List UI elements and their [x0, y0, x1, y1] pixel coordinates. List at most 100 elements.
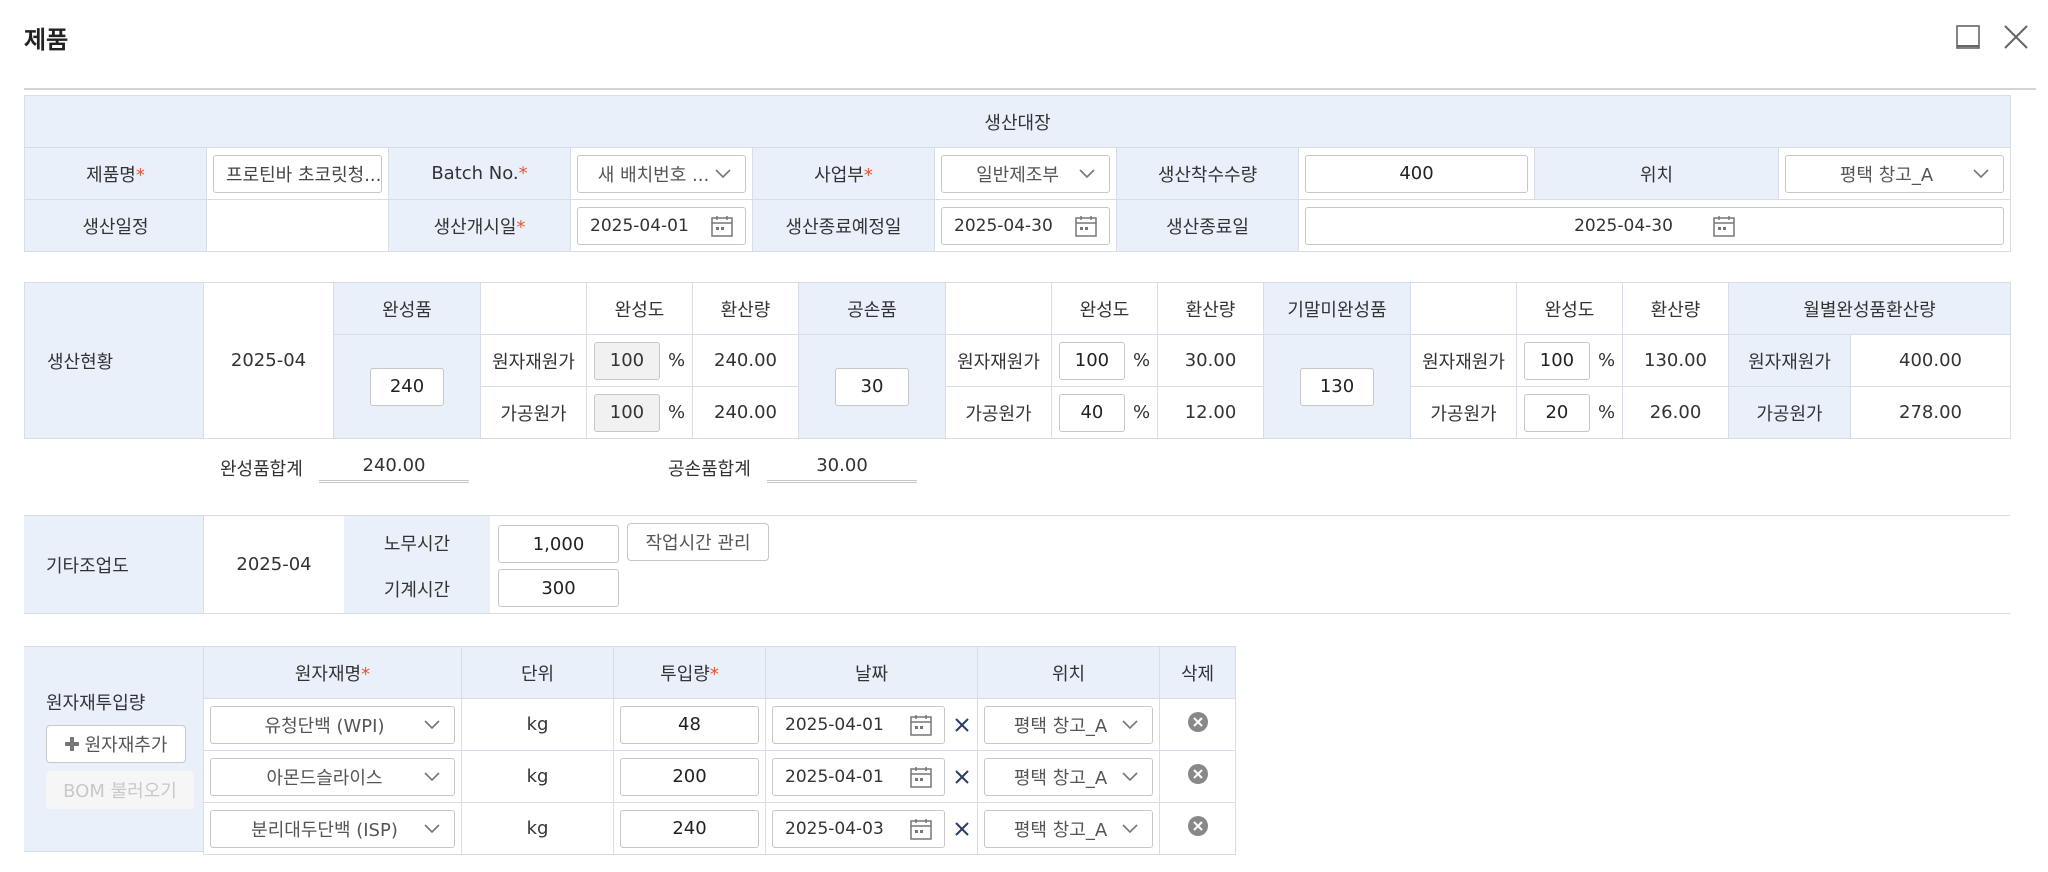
finished-label: 완성품	[333, 282, 481, 335]
wip-proc-pct-input[interactable]: 20	[1523, 393, 1590, 432]
wip-qty-input[interactable]: 130	[1300, 367, 1374, 406]
defect-qty-input[interactable]: 30	[835, 367, 909, 406]
material-name-select[interactable]: 분리대두단백 (ISP)	[210, 809, 455, 848]
labor-label: 노무시간	[383, 534, 451, 555]
product-name-label: 제품명*	[24, 147, 207, 200]
schedule-label: 생산일정	[24, 199, 207, 252]
material-name-select[interactable]: 유청단백 (WPI)	[210, 705, 455, 744]
material-qty-input[interactable]: 240	[620, 809, 759, 848]
start-qty-label: 생산착수수량	[1116, 147, 1299, 200]
location-label: 위치	[1534, 147, 1779, 200]
material-name-select[interactable]: 아몬드슬라이스	[210, 757, 455, 796]
completion-header: 완성도	[586, 282, 693, 335]
material-date-picker[interactable]: 2025-04-01	[772, 757, 945, 796]
calendar-icon[interactable]	[910, 818, 932, 840]
chevron-down-icon	[424, 719, 440, 729]
plus-icon	[64, 737, 79, 751]
defect-total-value: 30.00	[767, 455, 917, 483]
chevron-down-icon	[1973, 168, 1989, 178]
location-select[interactable]: 평택 창고_A	[1785, 154, 2005, 193]
division-select[interactable]: 일반제조부	[941, 154, 1110, 193]
chevron-down-icon	[1079, 168, 1095, 178]
process-cost-label: 가공원가	[1410, 386, 1517, 439]
planned-end-date-picker[interactable]: 2025-04-30	[941, 206, 1110, 245]
defect-total-label: 공손품합계	[668, 459, 751, 480]
chevron-down-icon	[1122, 719, 1138, 729]
process-cost-label: 가공원가	[480, 386, 587, 439]
material-location-select[interactable]: 평택 창고_A	[984, 809, 1153, 848]
material-unit: kg	[461, 802, 614, 855]
finished-proc-conv: 240.00	[692, 386, 799, 439]
close-icon[interactable]	[2003, 24, 2029, 50]
production-ledger-table: 생산대장 제품명* 프로틴바 초코릿청... Batch No.* 새 배치번호…	[23, 95, 2012, 252]
other-period: 2025-04	[203, 516, 344, 613]
labor-hours-input[interactable]: 1,000	[498, 525, 619, 563]
monthly-label: 월별완성품환산량	[1727, 282, 2012, 335]
monthly-raw-label: 원자재원가	[1728, 334, 1851, 387]
material-unit: kg	[461, 698, 614, 751]
calendar-icon[interactable]	[910, 714, 932, 736]
raw-cost-label: 원자재원가	[945, 334, 1052, 387]
completion-header: 완성도	[1051, 282, 1158, 335]
defect-raw-pct-input[interactable]: 100	[1058, 341, 1125, 380]
start-date-picker[interactable]: 2025-04-01	[577, 206, 746, 245]
col-name: 원자재명*	[203, 646, 462, 699]
material-date-picker[interactable]: 2025-04-03	[772, 809, 945, 848]
divider	[24, 613, 2010, 614]
ledger-header: 생산대장	[23, 95, 2012, 148]
table-row: 아몬드슬라이스 kg 200 2025-04-01 평택 창고_A	[203, 750, 1236, 803]
work-time-button[interactable]: 작업시간 관리	[627, 523, 769, 561]
material-location-select[interactable]: 평택 창고_A	[984, 705, 1153, 744]
planned-end-label: 생산종료예정일	[752, 199, 935, 252]
calendar-icon[interactable]	[1075, 215, 1097, 237]
window-title: 제품	[24, 26, 69, 54]
chevron-down-icon	[424, 771, 440, 781]
process-cost-label: 가공원가	[945, 386, 1052, 439]
delete-row-icon[interactable]	[1187, 763, 1209, 785]
chevron-down-icon	[1122, 823, 1138, 833]
division-label: 사업부*	[752, 147, 935, 200]
materials-table: 원자재명* 단위 투입량* 날짜 위치 삭제 유청단백 (WPI) kg 48 …	[203, 646, 1236, 855]
material-qty-input[interactable]: 200	[620, 757, 759, 796]
monthly-proc-value: 278.00	[1849, 386, 2012, 439]
material-date-picker[interactable]: 2025-04-01	[772, 705, 945, 744]
converted-header: 환산량	[692, 282, 799, 335]
calendar-icon[interactable]	[711, 215, 733, 237]
add-material-button[interactable]: 원자재추가	[46, 725, 186, 763]
machine-hours-input[interactable]: 300	[498, 569, 619, 607]
status-period: 2025-04	[203, 282, 334, 439]
clear-date-icon[interactable]	[953, 820, 971, 838]
calendar-icon[interactable]	[910, 766, 932, 788]
start-date-label: 생산개시일*	[388, 199, 571, 252]
clear-date-icon[interactable]	[953, 768, 971, 786]
defect-proc-pct-input[interactable]: 40	[1058, 393, 1125, 432]
col-delete: 삭제	[1159, 646, 1236, 699]
delete-row-icon[interactable]	[1187, 711, 1209, 733]
start-qty-input[interactable]: 400	[1305, 154, 1528, 193]
raw-cost-label: 원자재원가	[480, 334, 587, 387]
material-location-select[interactable]: 평택 창고_A	[984, 757, 1153, 796]
finished-proc-pct-input: 100	[593, 393, 660, 432]
chevron-down-icon	[424, 823, 440, 833]
col-date: 날짜	[765, 646, 978, 699]
other-label: 기타조업도	[24, 516, 203, 613]
chevron-down-icon	[715, 168, 731, 178]
end-date-picker[interactable]: 2025-04-30	[1305, 206, 2005, 245]
completion-header: 완성도	[1516, 282, 1623, 335]
product-name-input[interactable]: 프로틴바 초코릿청...	[213, 154, 382, 193]
finished-raw-pct-input: 100	[593, 341, 660, 380]
delete-row-icon[interactable]	[1187, 815, 1209, 837]
batch-select[interactable]: 새 배치번호 ...	[577, 154, 746, 193]
chevron-down-icon	[1122, 771, 1138, 781]
bom-load-button[interactable]: BOM 불러오기	[46, 771, 194, 809]
maximize-icon[interactable]	[1955, 24, 1981, 50]
material-qty-input[interactable]: 48	[620, 705, 759, 744]
col-qty: 투입량*	[613, 646, 766, 699]
defect-label: 공손품	[798, 282, 946, 335]
monthly-raw-value: 400.00	[1849, 334, 2012, 387]
materials-label: 원자재투입량	[46, 693, 146, 714]
wip-raw-pct-input[interactable]: 100	[1523, 341, 1590, 380]
finished-qty-input[interactable]: 240	[370, 367, 444, 406]
calendar-icon[interactable]	[1713, 215, 1735, 237]
clear-date-icon[interactable]	[953, 716, 971, 734]
